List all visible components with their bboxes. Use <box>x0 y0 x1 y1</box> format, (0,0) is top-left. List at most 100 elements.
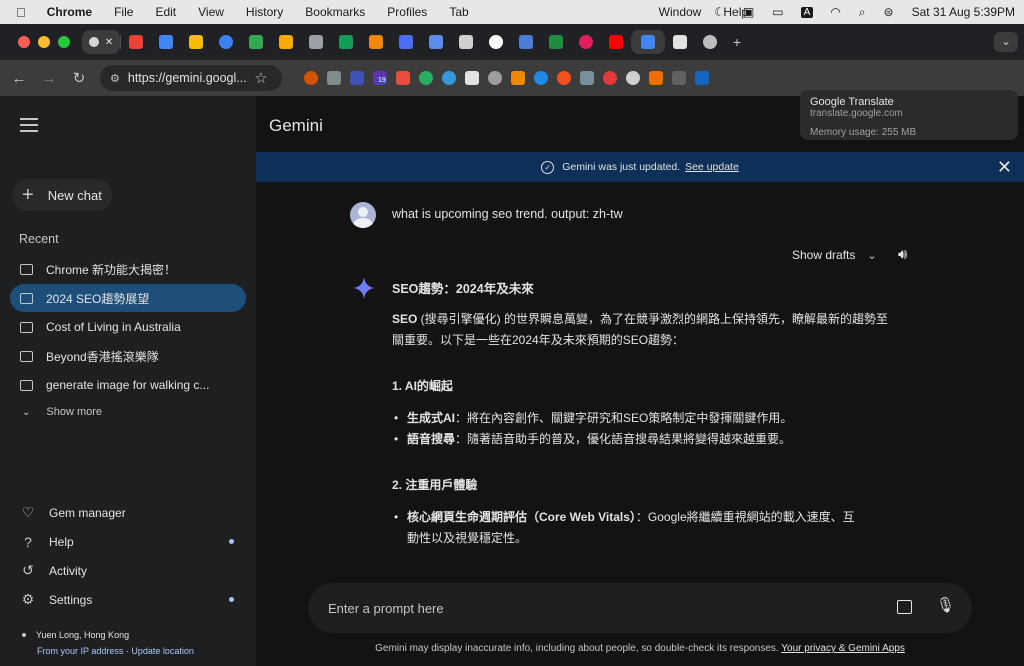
tab-store[interactable] <box>301 30 331 54</box>
extension-icon[interactable] <box>488 71 502 85</box>
menu-tab[interactable]: Tab <box>438 5 479 19</box>
extension-icon[interactable] <box>511 71 525 85</box>
menu-profiles[interactable]: Profiles <box>376 5 438 19</box>
tab-close-icon[interactable]: ✕ <box>105 37 113 48</box>
chat-item[interactable]: generate image for walking c... <box>10 371 246 399</box>
show-drafts-button[interactable]: Show drafts ⌄ <box>792 248 877 262</box>
extension-icon[interactable] <box>465 71 479 85</box>
user-message: what is upcoming seo trend. output: zh-t… <box>392 207 623 221</box>
microphone-icon[interactable]: 🎙︎ <box>936 596 955 614</box>
extension-icon[interactable] <box>580 71 594 85</box>
wifi-icon[interactable]: ◠ <box>821 5 849 19</box>
tab-gmail[interactable] <box>121 30 151 54</box>
show-more-button[interactable]: ⌄ Show more <box>22 406 102 418</box>
tab-news[interactable] <box>451 30 481 54</box>
tab-slides[interactable] <box>181 30 211 54</box>
tab-docs-blue[interactable] <box>391 30 421 54</box>
address-bar-url[interactable]: https://gemini.googl... <box>128 71 247 85</box>
tab-fd[interactable] <box>665 30 695 54</box>
tab-meet[interactable] <box>541 30 571 54</box>
extension-icon[interactable] <box>557 71 571 85</box>
chat-item[interactable]: Chrome 新功能大揭密！ <box>10 255 246 283</box>
help-button[interactable]: ? Help <box>10 527 246 556</box>
update-banner: ✓ Gemini was just updated. See update ✕ <box>256 152 1024 182</box>
tab-youtube[interactable] <box>601 30 631 54</box>
settings-button[interactable]: ⚙ Settings <box>10 585 246 614</box>
search-icon[interactable]: ⌕ <box>850 5 875 20</box>
tab-google[interactable] <box>481 30 511 54</box>
main-menu-icon[interactable] <box>20 118 38 132</box>
menubar-clock[interactable]: Sat 31 Aug 5:39PM <box>903 5 1024 19</box>
new-chat-button[interactable]: + New chat <box>12 179 112 211</box>
check-circle-icon: ✓ <box>541 160 555 174</box>
apple-menu-icon[interactable]:  <box>0 5 36 20</box>
menu-bookmarks[interactable]: Bookmarks <box>294 5 376 19</box>
site-info-icon[interactable]: ⚙ <box>110 72 120 85</box>
extension-icon[interactable] <box>327 71 341 85</box>
reload-button[interactable]: ↻ <box>64 69 94 87</box>
extension-icon[interactable] <box>626 71 640 85</box>
activity-button[interactable]: ↺ Activity <box>10 556 246 585</box>
tab-calendar[interactable] <box>151 30 181 54</box>
chat-item-active[interactable]: 2024 SEO趨勢展望 <box>10 284 246 312</box>
model-response: SEO趨勢：2024年及未來 SEO (搜尋引擎優化) 的世界瞬息萬變，為了在競… <box>392 279 892 549</box>
tab-translate-a[interactable] <box>511 30 541 54</box>
app-title[interactable]: Gemini <box>269 116 323 136</box>
extension-icon[interactable] <box>672 71 686 85</box>
prompt-input[interactable]: Enter a prompt here 🎙︎ <box>308 583 972 633</box>
prompt-placeholder: Enter a prompt here <box>328 600 444 616</box>
bookmark-star-icon[interactable]: ☆ <box>248 69 274 87</box>
tab-slack[interactable] <box>571 30 601 54</box>
minimize-window-button[interactable] <box>38 36 50 48</box>
screen-mirroring-icon[interactable]: ▣ <box>734 5 763 19</box>
moon-icon[interactable]: ☾ <box>705 5 734 19</box>
extension-icon[interactable] <box>419 71 433 85</box>
update-location-link[interactable]: Update location <box>131 646 194 656</box>
privacy-link[interactable]: Your privacy & Gemini Apps <box>781 643 905 654</box>
tab-sheets[interactable] <box>331 30 361 54</box>
tab-accessibility[interactable] <box>211 30 241 54</box>
extension-icon[interactable] <box>695 71 709 85</box>
menu-history[interactable]: History <box>235 5 294 19</box>
input-source-icon[interactable]: A <box>800 6 814 18</box>
battery-icon[interactable]: ▭ <box>763 5 792 19</box>
chat-item[interactable]: Beyond香港搖滾樂隊 <box>10 342 246 370</box>
zoom-window-button[interactable] <box>58 36 70 48</box>
extension-icon[interactable] <box>304 71 318 85</box>
control-center-icon[interactable]: ⊜ <box>875 5 903 19</box>
gem-manager-label: Gem manager <box>49 505 126 520</box>
close-window-button[interactable] <box>18 36 30 48</box>
tab-bot[interactable] <box>695 30 725 54</box>
extension-icon[interactable] <box>534 71 548 85</box>
tab-ads[interactable] <box>241 30 271 54</box>
extension-icon[interactable] <box>350 71 364 85</box>
speaker-icon[interactable]: 🔊︎ <box>898 246 907 263</box>
menu-edit[interactable]: Edit <box>144 5 187 19</box>
new-tab-button[interactable]: + <box>725 34 749 50</box>
menu-app-name[interactable]: Chrome <box>36 5 103 19</box>
menu-view[interactable]: View <box>187 5 235 19</box>
tab-editor[interactable] <box>421 30 451 54</box>
gem-manager-button[interactable]: ♡ Gem manager <box>10 498 246 527</box>
back-button[interactable]: ← <box>4 70 34 87</box>
menu-window[interactable]: Window <box>648 5 713 19</box>
extension-icon[interactable] <box>649 71 663 85</box>
close-icon[interactable]: ✕ <box>997 157 1012 178</box>
extension-icon[interactable]: 19 <box>373 71 387 85</box>
chat-item[interactable]: Cost of Living in Australia <box>10 313 246 341</box>
add-image-icon[interactable] <box>897 600 912 614</box>
extension-icon[interactable] <box>396 71 410 85</box>
tooltip-title: Google Translate <box>810 96 894 108</box>
extension-icon[interactable] <box>442 71 456 85</box>
tab-search-button[interactable]: ⌄ <box>994 32 1018 52</box>
extension-icon[interactable] <box>603 71 617 85</box>
tab-translate[interactable] <box>631 30 665 54</box>
gem-icon: ♡ <box>21 504 35 520</box>
forward-button[interactable]: → <box>34 70 64 87</box>
tab-gemini[interactable]: ✕ <box>82 30 120 54</box>
recent-chat-list: Chrome 新功能大揭密！ 2024 SEO趨勢展望 Cost of Livi… <box>10 255 246 400</box>
tab-analytics[interactable] <box>271 30 301 54</box>
see-update-link[interactable]: See update <box>685 161 739 173</box>
tab-amazon[interactable] <box>361 30 391 54</box>
menu-file[interactable]: File <box>103 5 144 19</box>
